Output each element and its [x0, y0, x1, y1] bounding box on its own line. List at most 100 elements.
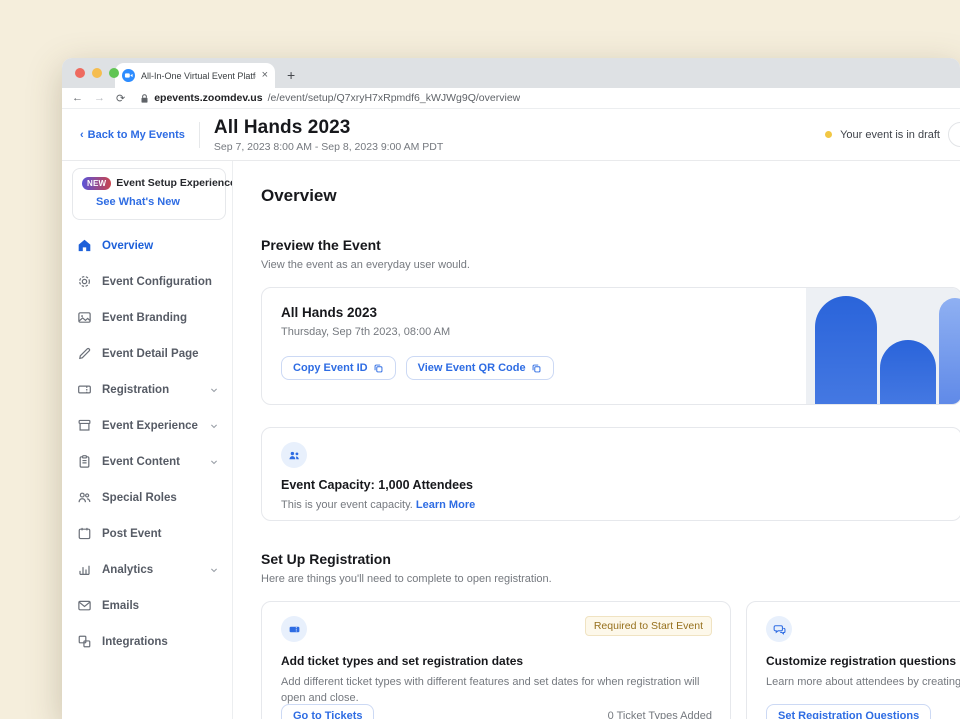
- sidebar-item-event-experience[interactable]: Event Experience: [62, 408, 232, 444]
- address-bar[interactable]: epevents.zoomdev.us/e/event/setup/Q7xryH…: [140, 92, 520, 104]
- sidebar-item-analytics[interactable]: Analytics: [62, 552, 232, 588]
- home-icon: [77, 238, 92, 253]
- sidebar-item-label: Overview: [102, 240, 220, 252]
- capacity-description: This is your event capacity. Learn More: [281, 499, 960, 511]
- integrations-icon: [77, 634, 92, 649]
- sidebar-item-label: Special Roles: [102, 492, 220, 504]
- capacity-description-text: This is your event capacity.: [281, 499, 413, 511]
- setup-experience-promo-card: NEW Event Setup Experience See What's Ne…: [72, 168, 226, 220]
- new-tab-button[interactable]: +: [287, 67, 295, 83]
- browser-tab[interactable]: All-In-One Virtual Event Platfo ×: [115, 63, 275, 88]
- people-icon: [77, 490, 92, 505]
- zoom-favicon-icon: [122, 69, 135, 82]
- chevron-down-icon: [208, 384, 220, 396]
- draft-status-text: Your event is in draft: [840, 129, 940, 141]
- sidebar-item-event-content[interactable]: Event Content: [62, 444, 232, 480]
- go-to-tickets-button[interactable]: Go to Tickets: [281, 704, 374, 719]
- url-domain: epevents.zoomdev.us: [154, 92, 262, 104]
- registration-section-heading: Set Up Registration: [261, 551, 960, 567]
- preview-section-subheading: View the event as an everyday user would…: [261, 259, 960, 271]
- illustration-arch: [939, 298, 960, 404]
- header-action-button[interactable]: [948, 122, 960, 147]
- sidebar-item-emails[interactable]: Emails: [62, 588, 232, 624]
- sidebar-item-event-branding[interactable]: Event Branding: [62, 300, 232, 336]
- minimize-window-button[interactable]: [92, 68, 102, 78]
- sidebar-item-label: Analytics: [102, 564, 198, 576]
- copy-icon: [531, 363, 542, 374]
- browser-window: All-In-One Virtual Event Platfo × + ← → …: [62, 58, 960, 719]
- ticket-card-description: Add different ticket types with differen…: [281, 675, 712, 707]
- browser-forward-button[interactable]: →: [94, 92, 105, 104]
- browser-reload-button[interactable]: ⟳: [116, 92, 125, 105]
- ticket-icon-circle: [281, 616, 307, 642]
- envelope-icon: [77, 598, 92, 613]
- ticket-icon: [77, 382, 92, 397]
- sidebar-item-event-detail-page[interactable]: Event Detail Page: [62, 336, 232, 372]
- sidebar-item-label: Integrations: [102, 636, 220, 648]
- sidebar-item-label: Emails: [102, 600, 220, 612]
- maximize-window-button[interactable]: [109, 68, 119, 78]
- header-right: Your event is in draft: [825, 122, 942, 147]
- close-window-button[interactable]: [75, 68, 85, 78]
- ticket-icon: [288, 623, 301, 636]
- sidebar-item-post-event[interactable]: Post Event: [62, 516, 232, 552]
- sidebar-item-label: Event Content: [102, 456, 198, 468]
- setup-sidebar: NEW Event Setup Experience See What's Ne…: [62, 161, 233, 719]
- close-tab-icon[interactable]: ×: [262, 70, 268, 81]
- event-banner-illustration: [806, 288, 960, 404]
- ticket-card-title: Add ticket types and set registration da…: [281, 654, 712, 668]
- registration-questions-card: Customize registration questions Learn m…: [746, 601, 960, 719]
- back-chevron-icon: ‹: [80, 129, 84, 141]
- view-qr-label: View Event QR Code: [418, 362, 526, 374]
- copy-event-id-button[interactable]: Copy Event ID: [281, 356, 396, 380]
- see-whats-new-link[interactable]: See What's New: [96, 196, 180, 208]
- event-capacity-card: Event Capacity: 1,000 Attendees This is …: [261, 427, 960, 521]
- sidebar-item-registration[interactable]: Registration: [62, 372, 232, 408]
- questions-card-description: Learn more about attendees by creating c…: [766, 675, 960, 691]
- storefront-icon: [77, 418, 92, 433]
- capacity-title: Event Capacity: 1,000 Attendees: [281, 478, 960, 492]
- go-to-tickets-label: Go to Tickets: [293, 710, 362, 719]
- window-controls[interactable]: [75, 68, 119, 78]
- set-registration-questions-button[interactable]: Set Registration Questions: [766, 704, 931, 719]
- gear-icon: [77, 274, 92, 289]
- sidebar-item-event-configuration[interactable]: Event Configuration: [62, 264, 232, 300]
- required-badge: Required to Start Event: [585, 616, 712, 636]
- zoom-events-app: ‹ Back to My Events All Hands 2023 Sep 7…: [62, 109, 960, 719]
- app-body: NEW Event Setup Experience See What's Ne…: [62, 161, 960, 719]
- capacity-icon-circle: [281, 442, 307, 468]
- view-event-qr-code-button[interactable]: View Event QR Code: [406, 356, 554, 380]
- desktop-background: All-In-One Virtual Event Platfo × + ← → …: [0, 0, 960, 719]
- illustration-arch: [815, 296, 877, 404]
- event-date-range: Sep 7, 2023 8:00 AM - Sep 8, 2023 9:00 A…: [214, 141, 443, 153]
- questions-icon-circle: [766, 616, 792, 642]
- sidebar-item-label: Event Configuration: [102, 276, 220, 288]
- sidebar-item-label: Event Branding: [102, 312, 220, 324]
- event-title: All Hands 2023: [214, 117, 443, 139]
- url-path: /e/event/setup/Q7xryH7xRpmdf6_kWJWg9Q/ov…: [268, 92, 521, 104]
- ticket-types-count: 0 Ticket Types Added: [608, 710, 712, 719]
- sidebar-item-integrations[interactable]: Integrations: [62, 624, 232, 660]
- set-registration-questions-label: Set Registration Questions: [778, 710, 919, 719]
- draft-status-dot: [825, 131, 832, 138]
- back-to-my-events-link[interactable]: ‹ Back to My Events: [80, 129, 185, 141]
- sidebar-item-label: Event Experience: [102, 420, 198, 432]
- chevron-down-icon: [208, 456, 220, 468]
- tab-title: All-In-One Virtual Event Platfo: [141, 71, 256, 81]
- browser-url-bar: ← → ⟳ epevents.zoomdev.us/e/event/setup/…: [62, 88, 960, 109]
- attendees-icon: [288, 449, 301, 462]
- sidebar-item-special-roles[interactable]: Special Roles: [62, 480, 232, 516]
- event-preview-card: All Hands 2023 Thursday, Sep 7th 2023, 0…: [261, 287, 960, 405]
- learn-more-link[interactable]: Learn More: [416, 499, 475, 511]
- sidebar-item-label: Event Detail Page: [102, 348, 220, 360]
- page-title: Overview: [261, 186, 960, 206]
- questions-card-title: Customize registration questions: [766, 654, 960, 668]
- chevron-down-icon: [208, 564, 220, 576]
- browser-tab-strip: All-In-One Virtual Event Platfo × +: [62, 58, 960, 88]
- sidebar-item-label: Registration: [102, 384, 198, 396]
- chat-icon: [773, 623, 786, 636]
- sidebar-item-overview[interactable]: Overview: [62, 228, 232, 264]
- copy-event-id-label: Copy Event ID: [293, 362, 368, 374]
- calendar-icon: [77, 526, 92, 541]
- browser-back-button[interactable]: ←: [72, 92, 83, 104]
